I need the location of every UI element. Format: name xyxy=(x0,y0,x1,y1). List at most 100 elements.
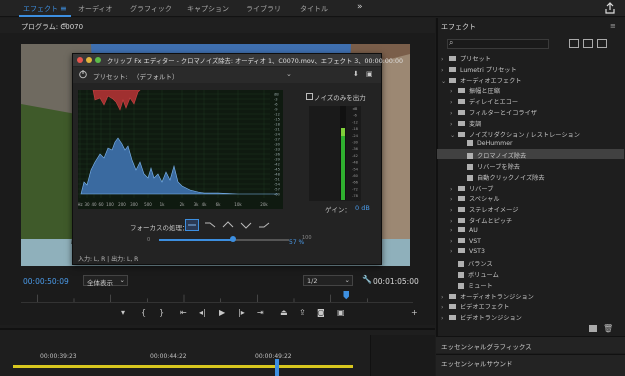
save-preset-icon[interactable]: ⬇ xyxy=(353,70,359,78)
current-timecode[interactable]: 00:00:50:09 xyxy=(23,277,69,286)
accelerated-effects-icon[interactable] xyxy=(569,39,579,48)
extract-icon[interactable]: ⇪ xyxy=(299,308,306,317)
workspace-tab-captions[interactable]: キャプション xyxy=(187,4,229,14)
chevron-right-icon[interactable]: › xyxy=(450,248,458,255)
new-bin-icon[interactable] xyxy=(589,325,597,332)
program-menu-icon[interactable]: ≡ xyxy=(62,21,68,29)
focus-high-icon[interactable] xyxy=(203,219,217,231)
effects-preset-item[interactable]: バランス xyxy=(450,259,493,269)
only-noise-checkbox[interactable] xyxy=(306,93,313,100)
effects-folder-item[interactable]: › VST3 xyxy=(450,248,485,258)
effects-folder-item[interactable]: › オーディオトランジション xyxy=(441,292,534,302)
chevron-right-icon[interactable]: › xyxy=(450,99,458,106)
workspace-tab-audio[interactable]: オーディオ xyxy=(78,4,113,14)
go-to-in-icon[interactable]: ⇤ xyxy=(180,308,187,317)
zoom-fit-select[interactable]: 全体表示 ⌄ xyxy=(83,275,128,287)
reduction-slider-knob[interactable] xyxy=(230,236,237,242)
effects-panel-title[interactable]: エフェクト xyxy=(441,22,476,32)
chevron-down-icon[interactable]: ⌄ xyxy=(286,70,292,78)
effects-search-input[interactable] xyxy=(447,39,549,49)
program-monitor-title[interactable]: プログラム: C0070 xyxy=(21,22,83,32)
chevron-right-icon[interactable]: › xyxy=(450,110,458,117)
camera-icon[interactable]: ◙ xyxy=(317,308,325,317)
workspace-tab-titles[interactable]: タイトル xyxy=(300,4,328,14)
chevron-right-icon[interactable]: › xyxy=(450,121,458,128)
yuv-effects-icon[interactable] xyxy=(597,39,607,48)
effects-preset-item[interactable]: DeHummer xyxy=(459,140,513,150)
focus-mid-icon[interactable] xyxy=(221,219,235,231)
chevron-right-icon[interactable]: › xyxy=(450,88,458,95)
effects-menu-icon[interactable]: ≡ xyxy=(610,22,616,30)
effects-folder-item[interactable]: › VST xyxy=(450,237,481,248)
chevron-down-icon[interactable]: ⌄ xyxy=(450,132,458,139)
more-workspaces-icon[interactable]: » xyxy=(357,2,363,12)
comparison-view-icon[interactable]: ▣ xyxy=(337,308,345,317)
effects-folder-item[interactable]: › 変調 xyxy=(450,119,481,129)
reduction-value[interactable]: 57 % xyxy=(289,239,304,246)
trash-icon[interactable]: 🗑 xyxy=(603,324,613,333)
effects-folder-item[interactable]: › タイムとピッチ xyxy=(450,216,512,226)
wrench-icon[interactable]: 🔧 xyxy=(362,275,372,284)
audio-meter-mini xyxy=(370,335,435,376)
effects-preset-item[interactable]: 自動クリックノイズ除去 xyxy=(459,173,545,183)
effects-folder-item[interactable]: › フィルターとイコライザ xyxy=(450,108,537,118)
chevron-right-icon[interactable]: › xyxy=(441,315,449,322)
monitor-time-ruler[interactable] xyxy=(21,291,413,303)
effects-folder-item[interactable]: › ステレオイメージ xyxy=(450,205,518,215)
mark-out-icon[interactable]: } xyxy=(159,308,164,317)
chevron-right-icon[interactable]: › xyxy=(441,304,449,311)
effects-folder-item[interactable]: › 振幅と圧縮 xyxy=(450,86,500,96)
workspace-tab-effects[interactable]: エフェクト xyxy=(23,4,58,14)
delete-preset-icon[interactable]: ▣ xyxy=(366,70,373,78)
chevron-right-icon[interactable]: › xyxy=(450,218,458,225)
chevron-right-icon[interactable]: › xyxy=(450,207,458,214)
effects-folder-item[interactable]: › ビデオトランジション xyxy=(441,313,522,323)
32bit-effects-icon[interactable] xyxy=(583,39,593,48)
focus-dip-icon[interactable] xyxy=(239,219,253,231)
focus-low-icon[interactable] xyxy=(257,219,271,231)
chevron-down-icon[interactable]: ⌄ xyxy=(441,78,449,85)
effects-preset-item[interactable]: ミュート xyxy=(450,281,493,291)
chevron-right-icon[interactable]: › xyxy=(450,227,458,234)
minimize-window-icon[interactable] xyxy=(86,57,92,63)
go-to-out-icon[interactable]: ⇥ xyxy=(257,308,264,317)
mark-in-icon[interactable]: { xyxy=(141,308,146,317)
chevron-right-icon[interactable]: › xyxy=(441,294,449,301)
zoom-window-icon[interactable] xyxy=(95,57,101,63)
preset-dropdown[interactable]: （デフォルト） xyxy=(133,71,179,81)
chevron-right-icon[interactable]: › xyxy=(441,67,449,74)
effects-folder-item[interactable]: › リバーブ xyxy=(450,184,493,194)
effects-folder-item[interactable]: › スペシャル xyxy=(450,194,500,204)
effects-folder-item[interactable]: ⌄ ノイズリダクション / レストレーション xyxy=(450,130,580,140)
step-forward-icon[interactable]: |▸ xyxy=(238,308,245,317)
effects-folder-item[interactable]: › ビデオエフェクト xyxy=(441,302,510,312)
workspace-tab-libraries[interactable]: ライブラリ xyxy=(246,4,281,14)
close-window-icon[interactable] xyxy=(77,57,83,63)
share-icon[interactable] xyxy=(604,2,616,14)
effects-preset-item[interactable]: クロマノイズ除去 xyxy=(459,151,526,161)
effects-folder-item[interactable]: › ディレイとエコー xyxy=(450,97,518,107)
step-back-icon[interactable]: ◂| xyxy=(199,308,206,317)
chevron-right-icon[interactable]: › xyxy=(450,238,458,245)
effects-folder-item[interactable]: › AU xyxy=(450,226,478,237)
play-icon[interactable]: ▶ xyxy=(219,308,225,317)
effects-folder-item[interactable]: › Lumetri プリセット xyxy=(441,65,517,75)
chevron-right-icon[interactable]: › xyxy=(450,196,458,203)
gain-value[interactable]: 0 dB xyxy=(355,204,370,212)
effects-folder-item[interactable]: ⌄ オーディオエフェクト xyxy=(441,76,521,86)
playback-resolution-select[interactable]: 1/2 ⌄ xyxy=(303,275,353,286)
add-marker-icon[interactable]: ▾ xyxy=(121,308,125,317)
hamburger-icon[interactable]: ≡ xyxy=(60,4,67,13)
focus-flat-icon[interactable] xyxy=(185,219,199,231)
chevron-right-icon[interactable]: › xyxy=(450,186,458,193)
effects-preset-item[interactable]: ボリューム xyxy=(450,270,499,280)
timeline-work-area-bar[interactable] xyxy=(13,365,353,368)
effects-preset-item[interactable]: リバーブを除去 xyxy=(459,162,520,172)
power-icon[interactable] xyxy=(78,69,88,79)
workspace-tab-graphics[interactable]: グラフィック xyxy=(130,4,172,14)
chevron-right-icon[interactable]: › xyxy=(441,56,449,63)
effects-folder-item[interactable]: › プリセット xyxy=(441,54,491,64)
timeline-playhead[interactable] xyxy=(275,359,279,376)
add-button-icon[interactable]: + xyxy=(411,308,418,317)
lift-icon[interactable]: ⏏ xyxy=(280,308,288,317)
